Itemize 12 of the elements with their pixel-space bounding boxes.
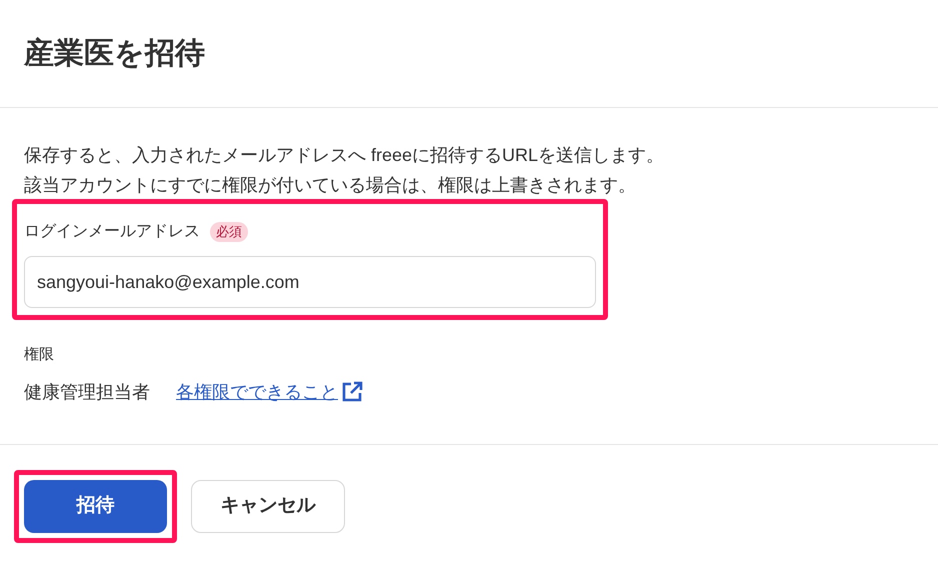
dialog-title: 産業医を招待	[24, 36, 205, 72]
cancel-button[interactable]: キャンセル	[191, 480, 345, 532]
description-text: 該当アカウントにすでに権限が付いている場合は、権限は上書きされます。	[24, 174, 637, 197]
required-badge: 必須	[210, 222, 248, 242]
email-input[interactable]: sangyoui-hanako@example.com	[24, 256, 596, 308]
permission-value: 健康管理担当者	[24, 380, 150, 404]
invite-button[interactable]: 招待	[24, 480, 167, 532]
description-text: 保存すると、入力されたメールアドレスへ freeeに招待するURLを送信します。	[24, 144, 666, 167]
permission-label: 権限	[24, 345, 55, 365]
field-label: ログインメールアドレス	[24, 222, 200, 242]
external-link-icon	[340, 380, 364, 404]
permissions-link[interactable]: 各権限でできること	[176, 378, 364, 406]
